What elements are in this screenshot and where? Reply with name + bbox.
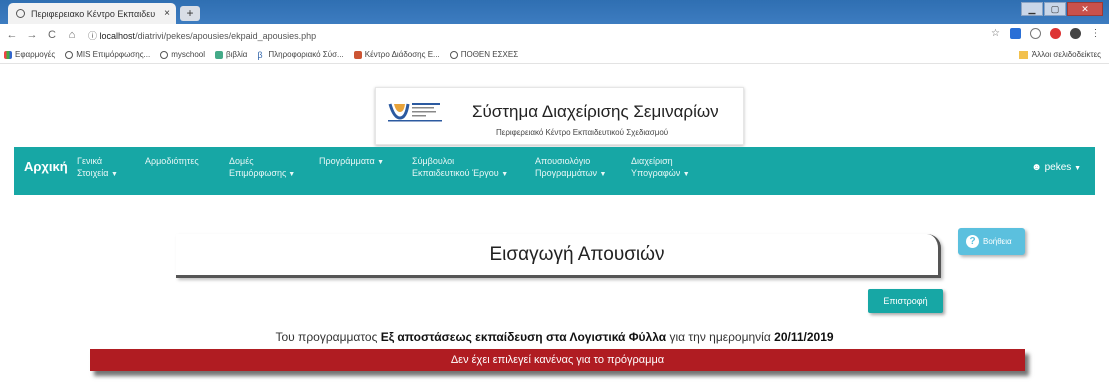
bookmark-label: Εφαρμογές: [15, 50, 56, 59]
system-title: Σύστημα Διαχείρισης Σεμιναρίων: [472, 102, 719, 121]
toolbar-extensions: ☆ ⋮: [990, 28, 1101, 39]
bookmark-label: Πληροφοριακό Σύσ...: [268, 50, 344, 59]
back-button[interactable]: Επιστροφή: [868, 289, 943, 313]
nav-item-label: Προγράμματα: [319, 156, 375, 166]
user-icon: ☻: [1031, 162, 1042, 173]
url-path: /diatrivi/pekes/apousies/ekpaid_apousies…: [135, 30, 317, 41]
other-bookmarks-label: Άλλοι σελιδοδείκτες: [1031, 50, 1101, 59]
nav-item-label: Αρμοδιότητες: [145, 156, 199, 166]
caret-down-icon: ▼: [286, 171, 296, 178]
minimize-icon[interactable]: ▁: [1021, 2, 1043, 16]
caret-down-icon: ▼: [501, 171, 509, 178]
menu-icon[interactable]: ⋮: [1090, 28, 1101, 39]
nav-home-link[interactable]: Αρχική: [24, 159, 68, 174]
tab-close-button[interactable]: ×: [164, 8, 170, 19]
caret-down-icon: ▼: [599, 171, 607, 178]
bookmark-item[interactable]: myschool: [160, 50, 205, 59]
new-tab-button[interactable]: +: [180, 6, 200, 21]
nav-item-label: Επιμόρφωσης: [229, 168, 287, 178]
nav-item-programs[interactable]: Προγράμματα ▼: [319, 155, 384, 169]
program-name: Εξ αποστάσεως εκπαίδευση στα Λογιστικά Φ…: [380, 330, 667, 344]
window-controls: ▁ ▢ ✕: [1021, 2, 1103, 16]
bookmark-label: ΠΟΘΕΝ ΕΣΧΕΣ: [460, 50, 519, 59]
help-label: Βοήθεια: [983, 237, 1012, 246]
home-icon[interactable]: ⌂: [64, 29, 80, 41]
bookmark-item[interactable]: ΠΟΘΕΝ ΕΣΧΕΣ: [449, 50, 519, 59]
nav-item-label: Υπογραφών: [631, 168, 681, 178]
university-logo: [388, 103, 442, 122]
globe-icon: [449, 50, 458, 59]
browser-titlebar: Περιφερειακο Κέντρο Εκπαιδευ × + ▁ ▢ ✕: [0, 0, 1109, 24]
forward-arrow-icon[interactable]: →: [24, 29, 40, 41]
nav-item-label: Διαχείριση: [631, 156, 673, 166]
question-icon: ?: [966, 235, 979, 248]
nav-item-label: Προγραμμάτων: [535, 168, 597, 178]
beta-icon: β: [257, 49, 263, 60]
extension-icon[interactable]: [1010, 28, 1021, 39]
nav-item-advisors[interactable]: Σύμβουλοι Εκπαιδευτικού Έργου ▼: [412, 155, 508, 181]
bookmark-label: myschool: [171, 50, 206, 59]
nav-item-general[interactable]: Γενικά Στοιχεία ▼: [77, 155, 118, 181]
caret-down-icon: ▼: [1074, 165, 1081, 172]
nav-item-signatures[interactable]: Διαχείριση Υπογραφών ▼: [631, 155, 690, 181]
reload-icon[interactable]: C: [44, 29, 60, 41]
main-navbar: Αρχική Γενικά Στοιχεία ▼ Αρμοδιότητες Δο…: [14, 147, 1095, 195]
stop-icon[interactable]: [1050, 28, 1061, 39]
alert-message: Δεν έχει επιλεγεί κανένας για το πρόγραμ…: [90, 349, 1025, 371]
avatar[interactable]: [1070, 28, 1081, 39]
nav-item-absences[interactable]: Απουσιολόγιο Προγραμμάτων ▼: [535, 155, 606, 181]
globe-icon: [160, 50, 169, 59]
book-icon: [215, 50, 224, 59]
caret-down-icon: ▼: [377, 159, 385, 166]
nav-item-label: Σύμβουλοι: [412, 156, 455, 166]
nav-item-label: Απουσιολόγιο: [535, 156, 591, 166]
nav-item-label: Εκπαιδευτικού Έργου: [412, 168, 499, 178]
flag-icon: [353, 50, 362, 59]
apps-icon: [4, 50, 12, 59]
bookmarks-bar: Εφαρμογές MIS Επιμόρφωσης... myschool βι…: [0, 46, 1109, 64]
caret-down-icon: ▼: [682, 171, 690, 178]
close-window-icon[interactable]: ✕: [1067, 2, 1103, 16]
bookmark-item[interactable]: MIS Επιμόρφωσης...: [65, 50, 150, 59]
nav-item-label: Γενικά: [77, 156, 103, 166]
system-subtitle: Περιφερειακό Κέντρο Εκπαιδευτικού Σχεδια…: [496, 128, 669, 137]
program-date: 20/11/2019: [774, 330, 834, 344]
nav-item-responsibilities[interactable]: Αρμοδιότητες: [145, 155, 199, 167]
bookmark-item[interactable]: Κέντρο Διάδοσης Ε...: [353, 50, 440, 59]
page-title-card: Εισαγωγή Απουσιών: [176, 234, 941, 278]
info-icon: ⓘ: [88, 30, 98, 41]
back-arrow-icon[interactable]: ←: [4, 29, 20, 41]
browser-toolbar: ← → C ⌂ ⓘ localhost/diatrivi/pekes/apous…: [0, 24, 1109, 46]
url-host: localhost: [99, 30, 136, 41]
globe-icon: [16, 9, 25, 18]
bookmark-label: Κέντρο Διάδοσης Ε...: [364, 50, 440, 59]
site-header: Σύστημα Διαχείρισης Σεμιναρίων Περιφερει…: [375, 87, 744, 145]
page-title: Εισαγωγή Απουσιών: [489, 244, 665, 265]
info-middle: για την ημερομηνία: [669, 330, 771, 344]
user-menu[interactable]: ☻ pekes ▼: [1031, 162, 1081, 173]
folder-icon: [1018, 50, 1028, 59]
nav-item-label: Δομές: [229, 156, 254, 166]
bookmark-label: MIS Επιμόρφωσης...: [76, 50, 151, 59]
globe-icon: [65, 50, 74, 59]
help-button[interactable]: ? Βοήθεια: [958, 228, 1025, 255]
nav-item-label: Στοιχεία: [77, 168, 109, 178]
bookmark-item[interactable]: β Πληροφοριακό Σύσ...: [257, 50, 343, 59]
caret-down-icon: ▼: [111, 171, 118, 178]
nav-item-structures[interactable]: Δομές Επιμόρφωσης ▼: [229, 155, 295, 181]
star-icon[interactable]: ☆: [990, 28, 1001, 39]
maximize-icon[interactable]: ▢: [1044, 2, 1066, 16]
circle-icon[interactable]: [1030, 28, 1041, 39]
browser-tab[interactable]: Περιφερειακο Κέντρο Εκπαιδευ ×: [8, 3, 176, 24]
info-prefix: Του προγραμματος: [275, 330, 378, 344]
bookmark-item[interactable]: βιβλία: [215, 50, 247, 59]
bookmark-item[interactable]: Εφαρμογές: [4, 50, 55, 59]
address-bar[interactable]: ⓘ localhost/diatrivi/pekes/apousies/ekpa…: [88, 29, 316, 42]
bookmark-label: βιβλία: [226, 50, 248, 59]
tab-title: Περιφερειακο Κέντρο Εκπαιδευ: [31, 8, 156, 19]
program-info: Του προγραμματος Εξ αποστάσεως εκπαίδευσ…: [0, 330, 1109, 344]
other-bookmarks[interactable]: Άλλοι σελιδοδείκτες: [1018, 50, 1101, 59]
username: pekes: [1044, 162, 1072, 173]
